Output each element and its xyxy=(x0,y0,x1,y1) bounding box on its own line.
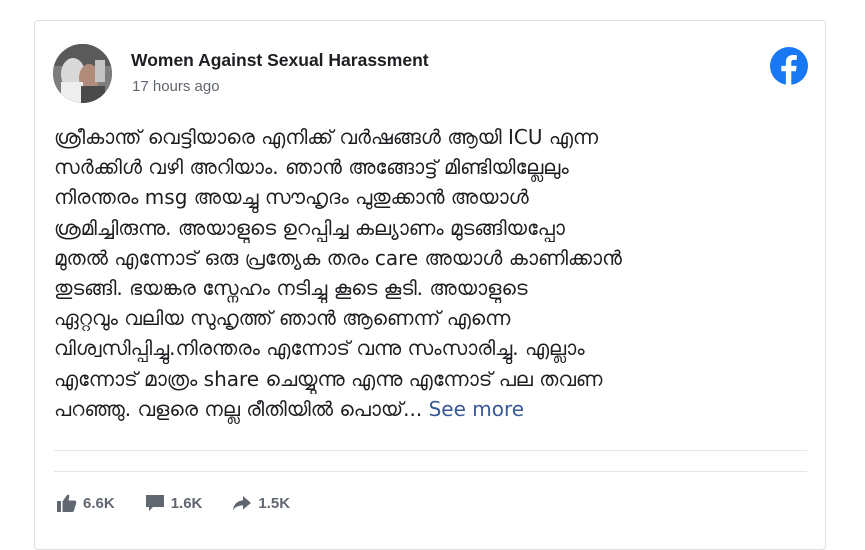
comment-button[interactable]: 1.6K xyxy=(145,494,203,512)
comment-bubble-icon xyxy=(145,494,165,512)
see-more-link[interactable]: See more xyxy=(429,397,524,421)
share-arrow-icon xyxy=(232,494,252,512)
post-text-line: മുതൽ എന്നോട് ഒരു പ്രത്യേക തരം care അയാൾ … xyxy=(54,245,622,270)
post-text-line: ഏറ്റവും വലിയ സുഹൃത്ത് ഞാൻ ആണെന്ന് എന്നെ xyxy=(54,306,511,331)
post-text-line: സർക്കിൾ വഴി അറിയാം. ഞാൻ അങ്ങോട്ട് മിണ്ടി… xyxy=(54,155,569,180)
page-avatar[interactable] xyxy=(53,44,112,103)
post-text-line: ശ്രീകാന്ത് വെട്ടിയാരെ എനിക്ക് വർഷങ്ങൾ ആയ… xyxy=(54,125,599,149)
post-timestamp[interactable]: 17 hours ago xyxy=(132,78,220,95)
like-button[interactable]: 6.6K xyxy=(57,494,115,512)
post-card: Women Against Sexual Harassment 17 hours… xyxy=(34,20,826,550)
share-button[interactable]: 1.5K xyxy=(232,494,290,512)
divider xyxy=(54,450,807,451)
like-count: 6.6K xyxy=(83,494,115,512)
engagement-bar: 6.6K 1.6K 1.5K xyxy=(57,491,320,515)
post-text-line: പറഞ്ഞു. വളരെ നല്ല രീതിയിൽ പൊയ്... xyxy=(54,396,423,421)
post-text-line: എന്നോട് മാത്രം share ചെയ്യുന്നു എന്നു എന… xyxy=(54,366,603,391)
post-text-line: തുടങ്ങി. ഭയങ്കര സ്നേഹം നടിച്ചു കൂടെ കൂടി… xyxy=(54,276,528,301)
facebook-icon[interactable] xyxy=(770,47,808,85)
page-name[interactable]: Women Against Sexual Harassment xyxy=(131,50,429,71)
share-count: 1.5K xyxy=(258,494,291,512)
post-body: ശ്രീകാന്ത് വെട്ടിയാരെ എനിക്ക് വർഷങ്ങൾ ആയ… xyxy=(54,122,814,424)
divider xyxy=(54,471,807,472)
post-text-last-line: പറഞ്ഞു. വളരെ നല്ല രീതിയിൽ പൊയ്... See mo… xyxy=(54,394,814,424)
post-text-line: വിശ്വസിപ്പിച്ചു.നിരന്തരം എന്നോട് വന്നു സ… xyxy=(54,336,585,361)
like-thumb-icon xyxy=(57,494,77,512)
post-text-line: ശ്രമിച്ചിരുന്നു. അയാളുടെ ഉറപ്പിച്ച കല്യാ… xyxy=(54,215,565,240)
comment-count: 1.6K xyxy=(170,494,203,512)
post-text-line: നിരന്തരം msg അയച്ചു സൗഹൃദം പുതുക്കാൻ അയാ… xyxy=(54,185,529,210)
page-avatar-photo xyxy=(53,44,112,103)
